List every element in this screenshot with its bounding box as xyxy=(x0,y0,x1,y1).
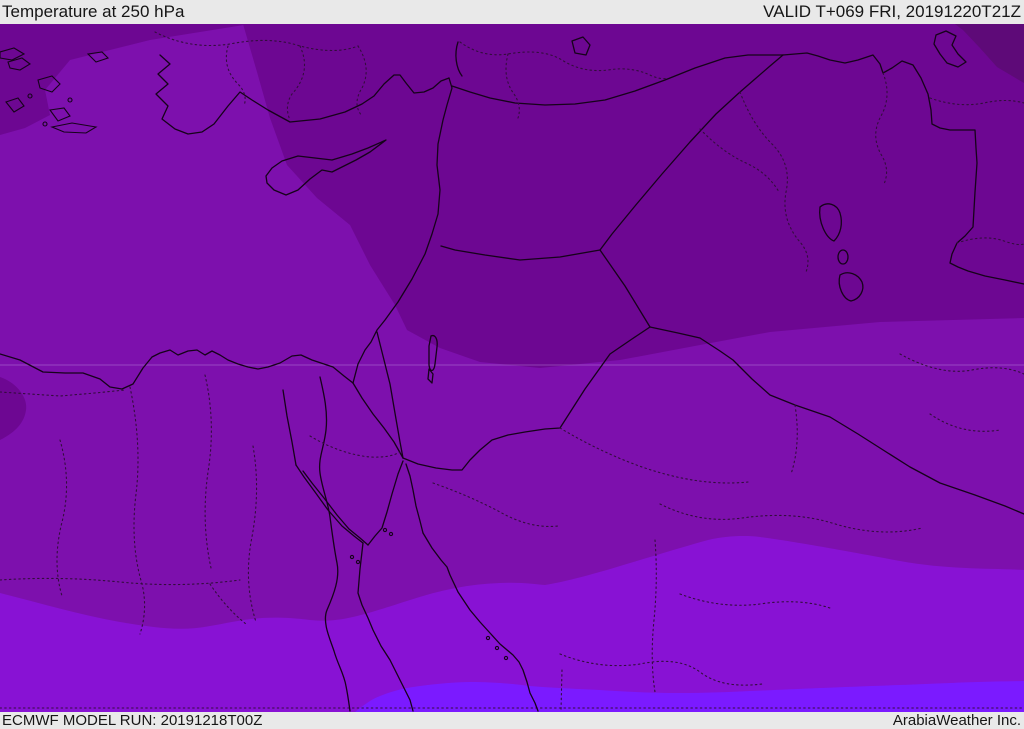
company-label: ArabiaWeather Inc. xyxy=(892,712,1021,729)
weather-map xyxy=(0,24,1024,712)
footer-bar: ECMWF MODEL RUN: 20191218T00Z ArabiaWeat… xyxy=(0,712,1024,729)
model-run-label: ECMWF MODEL RUN: 20191218T00Z xyxy=(2,712,263,729)
header-bar: Temperature at 250 hPa VALID T+069 FRI, … xyxy=(0,0,1024,24)
map-title: Temperature at 250 hPa xyxy=(2,2,185,21)
temperature-shading xyxy=(0,24,1024,712)
valid-time-label: VALID T+069 FRI, 20191220T21Z xyxy=(763,2,1021,21)
